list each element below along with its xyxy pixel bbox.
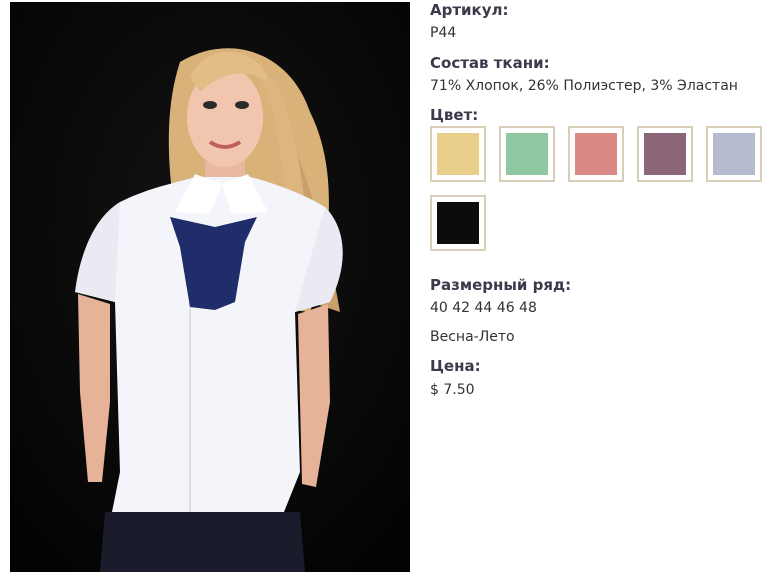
swatch-fill — [437, 202, 479, 244]
composition-value: 71% Хлопок, 26% Полиэстер, 3% Эластан — [430, 78, 738, 94]
composition-label: Состав ткани: — [430, 54, 550, 72]
price-label: Цена: — [430, 357, 481, 375]
swatch-fill — [575, 133, 617, 175]
color-swatch-yellow[interactable] — [430, 126, 486, 182]
model-illustration — [10, 2, 410, 572]
swatch-fill — [506, 133, 548, 175]
swatch-fill — [713, 133, 755, 175]
color-swatch-mint[interactable] — [499, 126, 555, 182]
product-photo — [10, 2, 410, 572]
article-label: Артикул: — [430, 1, 509, 19]
color-swatch-black[interactable] — [430, 195, 486, 251]
swatch-fill — [437, 133, 479, 175]
color-swatch-coral[interactable] — [568, 126, 624, 182]
price-value: $ 7.50 — [430, 382, 475, 398]
season-value: Весна-Лето — [430, 329, 515, 345]
swatch-fill — [644, 133, 686, 175]
color-swatch-lavender[interactable] — [706, 126, 762, 182]
color-swatch-plum[interactable] — [637, 126, 693, 182]
size-value: 40 42 44 46 48 — [430, 300, 537, 316]
size-label: Размерный ряд: — [430, 276, 572, 294]
article-value: P44 — [430, 25, 457, 41]
color-label: Цвет: — [430, 106, 479, 124]
